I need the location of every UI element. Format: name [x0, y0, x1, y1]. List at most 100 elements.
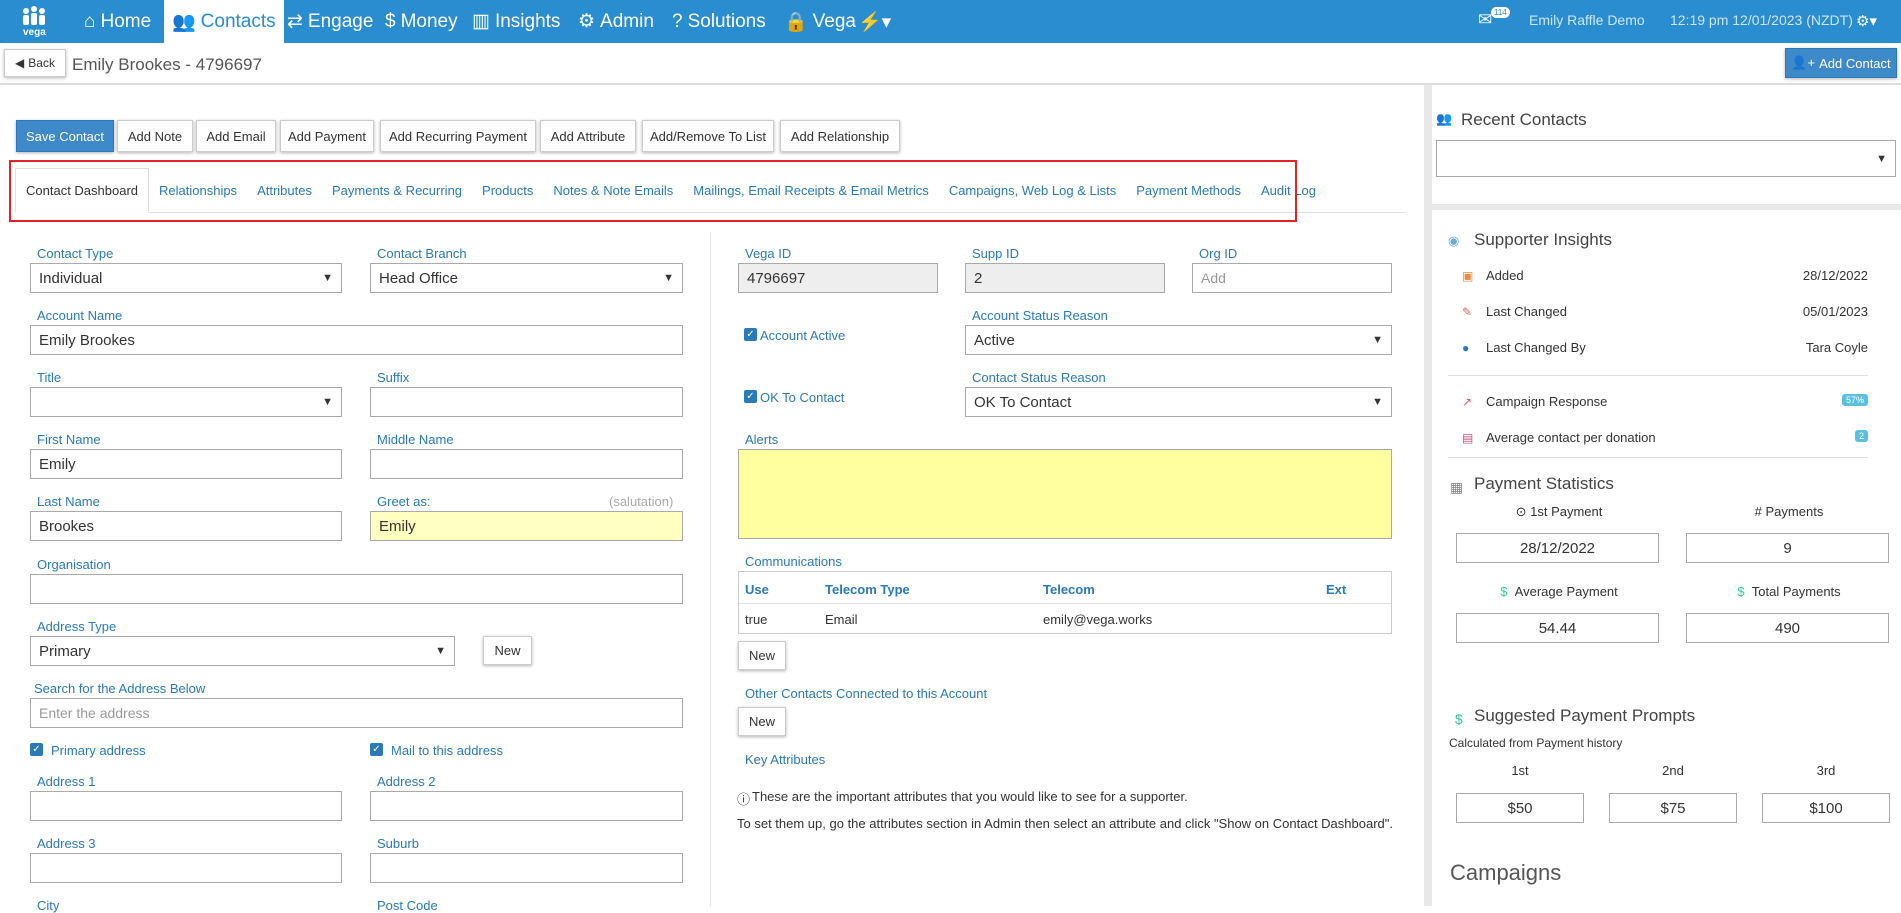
prompt-value-2nd[interactable]: $75	[1609, 793, 1737, 823]
add-email-button[interactable]: Add Email	[196, 120, 276, 152]
back-button[interactable]: ◀ Back	[4, 49, 66, 77]
first-payment-value: 28/12/2022	[1456, 533, 1659, 563]
nav-solutions[interactable]: ? Solutions	[664, 0, 774, 43]
comm-header-telecom: Telecom	[1043, 582, 1095, 597]
nav-home[interactable]: ⌂ Home	[76, 0, 159, 43]
top-navigation-bar: vega ⌂ Home 👥 Contacts ⇄ Engage $ Money ▥ Ins…	[0, 0, 1901, 43]
suburb-input[interactable]	[370, 853, 683, 883]
contact-type-select[interactable]: Individual ▼	[30, 263, 342, 293]
prompt-value-1st[interactable]: $50	[1456, 793, 1584, 823]
alerts-textarea[interactable]	[738, 449, 1392, 539]
prompt-value-3rd[interactable]: $100	[1762, 793, 1890, 823]
chevron-down-icon: ▼	[435, 645, 446, 657]
ok-to-contact-checkbox[interactable]: ✓	[744, 390, 757, 403]
suffix-input[interactable]	[370, 387, 683, 417]
last-changed-value: 05/01/2023	[1802, 304, 1868, 319]
add-contact-label: Add Contact	[1819, 55, 1891, 71]
contact-branch-value: Head Office	[379, 269, 458, 287]
account-active-checkbox[interactable]: ✓	[744, 328, 757, 341]
comm-cell-telecom-type: Email	[825, 612, 858, 627]
dollar-icon: $	[1500, 584, 1508, 599]
last-changed-label: Last Changed	[1486, 304, 1567, 319]
chevron-down-icon: ▼	[322, 272, 333, 284]
account-name-input[interactable]: Emily Brookes	[30, 325, 683, 355]
vega-logo[interactable]: vega	[20, 6, 54, 40]
total-payments-value: 490	[1686, 613, 1889, 643]
first-name-input[interactable]: Emily	[30, 449, 342, 479]
last-name-label: Last Name	[37, 494, 100, 509]
donation-card-icon: ▤	[1462, 431, 1474, 445]
add-payment-button[interactable]: Add Payment	[280, 120, 374, 152]
address2-input[interactable]	[370, 791, 683, 821]
new-other-contact-button[interactable]: New	[738, 707, 786, 736]
suggested-prompts-title: Suggested Payment Prompts	[1474, 706, 1696, 725]
chevron-down-icon: ▼	[663, 272, 674, 284]
last-changed-by-value: Tara Coyle	[1805, 340, 1868, 355]
add-attribute-button[interactable]: Add Attribute	[540, 120, 636, 152]
new-address-button[interactable]: New	[483, 636, 532, 665]
primary-address-checkbox[interactable]: ✓	[30, 743, 43, 756]
campaign-response-row: ↗ Campaign Response 57%	[1448, 394, 1868, 414]
greet-as-input[interactable]: Emily	[370, 511, 683, 541]
recent-contacts-title: Recent Contacts	[1461, 110, 1587, 129]
nav-money-label: Money	[400, 10, 458, 32]
nav-admin[interactable]: ⚙ Admin	[570, 0, 662, 43]
save-contact-button[interactable]: Save Contact	[16, 120, 114, 152]
organisation-input[interactable]	[30, 574, 683, 604]
last-name-input[interactable]: Brookes	[30, 511, 342, 541]
address-type-select[interactable]: Primary ▼	[30, 636, 455, 666]
account-status-reason-value: Active	[974, 331, 1015, 349]
average-payment-label: $ Average Payment	[1456, 584, 1662, 599]
nav-admin-label: Admin	[600, 10, 654, 32]
communications-label: Communications	[745, 554, 842, 569]
nav-engage-label: Engage	[307, 10, 374, 32]
first-payment-label: ⊙ 1st Payment	[1456, 504, 1662, 520]
nav-contacts[interactable]: 👥 Contacts	[164, 0, 284, 43]
bar-chart-icon: ▥	[472, 11, 490, 32]
nav-insights[interactable]: ▥ Insights	[464, 0, 568, 43]
chevron-down-icon: ▼	[1876, 152, 1887, 165]
info-circle-icon: ⓘ	[737, 792, 751, 807]
nav-engage[interactable]: ⇄ Engage	[279, 0, 381, 43]
contact-status-reason-select[interactable]: OK To Contact ▼	[965, 387, 1392, 417]
address1-input[interactable]	[30, 791, 342, 821]
chevron-down-icon: ▼	[322, 396, 333, 408]
search-address-input[interactable]: Enter the address	[30, 698, 683, 728]
logo-people-icon	[23, 6, 45, 25]
dollar-icon: $	[1737, 584, 1745, 599]
avg-contact-row: ▤ Average contact per donation 2	[1448, 430, 1868, 450]
account-status-reason-label: Account Status Reason	[972, 308, 1108, 323]
nav-quick-actions[interactable]: ⚡▾	[850, 0, 899, 43]
address3-label: Address 3	[37, 836, 96, 851]
prompt-label-3rd: 3rd	[1816, 763, 1836, 778]
account-name[interactable]: Emily Raffle Demo	[1529, 12, 1645, 28]
org-id-input[interactable]: Add	[1192, 263, 1392, 293]
added-value: 28/12/2022	[1802, 268, 1868, 283]
add-contact-button[interactable]: 👤+ Add Contact	[1785, 48, 1897, 78]
account-name-label: Account Name	[37, 308, 123, 323]
add-relationship-button[interactable]: Add Relationship	[780, 120, 900, 152]
primary-address-label: Primary address	[51, 743, 146, 758]
add-note-button[interactable]: Add Note	[117, 120, 193, 152]
nav-money[interactable]: $ Money	[377, 0, 466, 43]
address3-input[interactable]	[30, 853, 342, 883]
add-recurring-payment-button[interactable]: Add Recurring Payment	[380, 120, 536, 152]
title-label: Title	[37, 370, 62, 385]
lock-icon: 🔒	[784, 11, 808, 33]
comm-cell-telecom[interactable]: emily@vega.works	[1043, 612, 1152, 627]
supporter-insights-title: Supporter Insights	[1474, 230, 1612, 249]
account-status-reason-select[interactable]: Active ▼	[965, 325, 1392, 355]
contact-branch-select[interactable]: Head Office ▼	[370, 263, 683, 293]
nav-contacts-label: Contacts	[200, 10, 276, 32]
first-name-label: First Name	[37, 432, 101, 447]
contact-type-label: Contact Type	[37, 246, 114, 261]
mail-to-address-label: Mail to this address	[391, 743, 503, 758]
new-communication-button[interactable]: New	[738, 641, 786, 670]
settings-gear-icon[interactable]: ⚙▾	[1856, 12, 1877, 30]
nav-insights-label: Insights	[494, 10, 561, 32]
title-select[interactable]: ▼	[30, 387, 342, 417]
mail-to-address-checkbox[interactable]: ✓	[370, 743, 383, 756]
add-remove-list-button[interactable]: Add/Remove To List	[642, 120, 774, 152]
middle-name-input[interactable]	[370, 449, 683, 479]
recent-contacts-select[interactable]: ▼	[1436, 140, 1896, 177]
